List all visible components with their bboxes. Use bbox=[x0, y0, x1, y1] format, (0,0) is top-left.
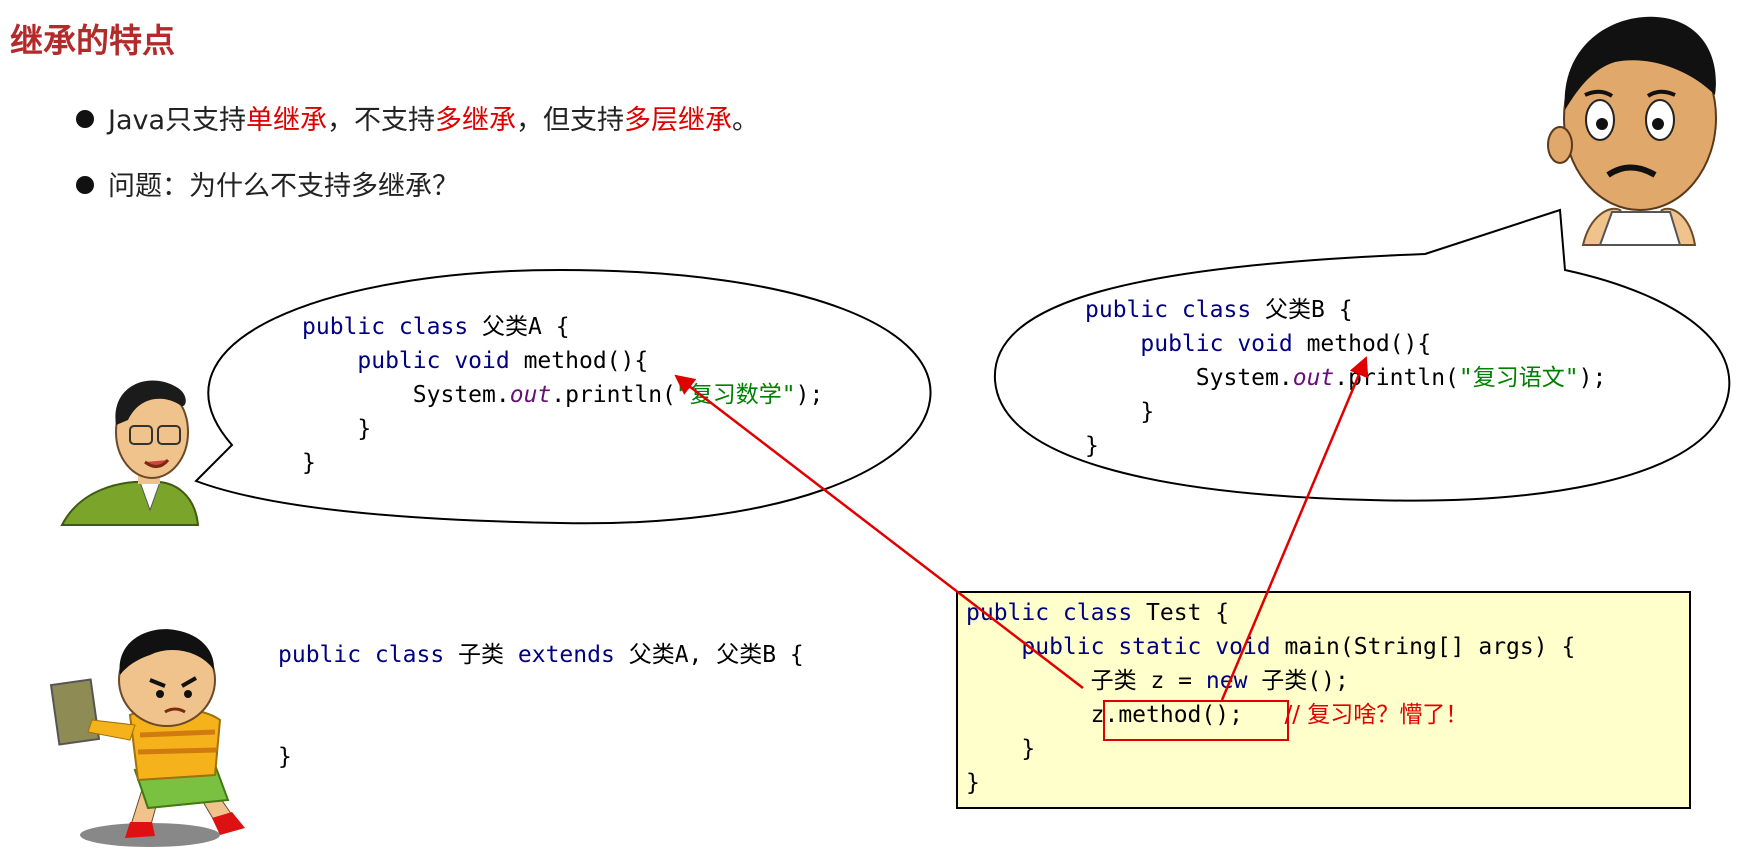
arrow-layer bbox=[674, 356, 1369, 701]
arrow-to-class-a bbox=[674, 374, 1084, 689]
arrow-to-class-b bbox=[1220, 356, 1369, 701]
